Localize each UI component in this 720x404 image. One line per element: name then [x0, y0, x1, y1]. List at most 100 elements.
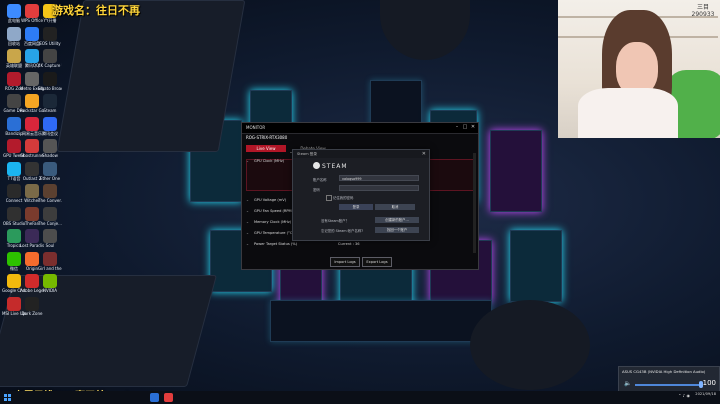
desktop-icon[interactable]: Soul — [39, 229, 61, 248]
desktop-icon-label: 4K Capture Utility — [38, 63, 62, 68]
login-button[interactable]: 登录 — [339, 204, 373, 210]
app-icon — [43, 206, 57, 221]
account-input[interactable]: valoqsa999 — [339, 175, 419, 181]
account-label: 账户名称 — [313, 178, 327, 182]
app-icon — [7, 251, 21, 266]
desktop-icon[interactable]: Ether One — [39, 161, 61, 181]
app-icon — [7, 229, 21, 243]
import-logs-button[interactable]: Import Logs — [330, 257, 360, 267]
app-icon — [25, 4, 39, 18]
desktop-icon[interactable]: Shadow — [39, 139, 61, 158]
start-icon[interactable] — [4, 394, 11, 401]
desktop-icon[interactable]: EOS Utility — [39, 26, 61, 46]
app-icon — [43, 26, 57, 41]
app-icon — [7, 274, 21, 288]
desktop-icon[interactable]: Dark Zone — [21, 296, 43, 316]
app-icon — [43, 116, 57, 131]
desktop-icon[interactable]: Elgato Broadcaster — [38, 71, 62, 91]
desktop-icon-label: Dark Zone — [21, 310, 43, 316]
password-input[interactable] — [339, 185, 419, 191]
desktop-icon-grid: 此电脑 WPS Office YY开播 回收站 百度网盘 EOS Utility 英雄联盟腾… — [0, 0, 70, 390]
desktop-icon-label: Girl and the Red Forest — [38, 265, 62, 271]
game-title-overlay: 游戏名：往日不再 — [52, 4, 140, 17]
app-icon — [25, 184, 39, 198]
steam-logo-icon — [313, 162, 320, 169]
app-icon — [7, 296, 21, 311]
rog-card-title: ROG-STRIX-RTX3080 — [246, 135, 288, 140]
taskbar-app-icon[interactable] — [150, 393, 159, 402]
remember-label: 记住我的密码 — [333, 196, 354, 200]
mouse-shape — [470, 300, 590, 390]
keyboard-top — [56, 0, 246, 152]
app-icon — [43, 229, 57, 243]
volume-flyout[interactable]: ASUS CG43B (NVIDIA High Definition Audio… — [618, 366, 720, 392]
app-icon — [7, 49, 21, 63]
remember-checkbox[interactable] — [326, 195, 332, 201]
steam-login-dialog[interactable]: Steam 登录 ✕ STEAM 账户名称 valoqsa999 密码 记住我的… — [292, 149, 430, 241]
app-icon — [25, 116, 39, 131]
desktop-icon-label: 腾讯会议 — [42, 130, 58, 136]
desktop-icon[interactable]: NVIDIA — [39, 274, 61, 293]
steam-close-icon[interactable]: ✕ — [422, 151, 426, 157]
app-icon — [7, 116, 21, 131]
app-icon — [25, 161, 39, 176]
retrieve-account-button[interactable]: 找回一个账户 — [375, 227, 419, 233]
app-icon — [43, 71, 57, 86]
desktop-icon[interactable]: 腾讯会议 — [39, 116, 61, 136]
taskbar-clock[interactable]: 2021/09/18 — [695, 392, 716, 397]
steam-dialog-title: Steam 登录 — [293, 150, 429, 158]
app-icon — [43, 274, 57, 288]
volume-slider-track[interactable] — [635, 384, 701, 386]
close-icon[interactable]: ✕ — [470, 124, 476, 130]
app-icon — [7, 71, 21, 86]
app-icon — [25, 251, 39, 266]
desktop-icon[interactable]: Girl and the Red Forest — [38, 251, 62, 271]
rog-scrollbar[interactable] — [473, 153, 476, 253]
app-icon — [25, 206, 39, 221]
maximize-icon[interactable]: □ — [462, 124, 468, 130]
desktop-icon[interactable]: 4K Capture Utility — [38, 49, 62, 68]
system-tray[interactable]: ⌃ ♪ ◉ — [678, 393, 690, 398]
speaker-icon[interactable]: 🔈 — [624, 380, 631, 387]
create-account-button[interactable]: 创建新的账户... — [375, 217, 419, 223]
app-icon — [7, 94, 21, 108]
app-icon — [7, 161, 21, 176]
desktop-icon[interactable]: Steam — [39, 94, 61, 113]
app-icon — [43, 251, 57, 266]
volume-value: 100 — [702, 379, 716, 387]
rog-window-header: MONITOR — [242, 123, 478, 134]
app-icon — [43, 94, 57, 108]
app-icon — [25, 26, 39, 41]
desktop-icon-label: Elgato Broadcaster — [38, 85, 62, 91]
webcam-overlay: 三目 290933 — [558, 0, 720, 138]
cancel-button[interactable]: 取消 — [375, 204, 415, 210]
taskbar-app-icon[interactable] — [164, 393, 173, 402]
app-icon — [43, 184, 57, 198]
streamer-body — [578, 88, 678, 138]
export-logs-button[interactable]: Export Logs — [362, 257, 392, 267]
desktop-icon[interactable]: The Conver... — [38, 184, 62, 203]
desktop-icon-label: Steam — [43, 108, 57, 113]
app-icon — [25, 139, 39, 153]
app-icon — [43, 161, 57, 176]
controller-shape — [380, 0, 470, 60]
desktop-icon[interactable]: The Conje... — [38, 206, 62, 226]
tab-live-view[interactable]: Live View — [246, 145, 286, 152]
desktop-icon-label: EOS Utility — [39, 40, 61, 46]
app-icon — [25, 229, 39, 243]
audio-device-name[interactable]: ASUS CG43B (NVIDIA High Definition Audio… — [622, 369, 705, 374]
app-icon — [7, 26, 21, 41]
desktop-icon-label: Shadow — [42, 153, 58, 158]
desktop-icon-label: Soul — [45, 243, 55, 248]
webcam-brand: 三目 290933 — [691, 4, 715, 18]
desktop-icon-label: YY开播 — [43, 18, 57, 23]
minimize-icon[interactable]: – — [454, 124, 460, 130]
app-icon — [7, 206, 21, 221]
forgot-label: 忘记您的 Steam 帐户名称? — [321, 229, 364, 233]
app-icon — [25, 71, 39, 86]
password-label: 密码 — [313, 188, 320, 192]
taskbar: ⌃ ♪ ◉ 2021/09/18 — [0, 391, 720, 404]
app-icon — [7, 139, 21, 153]
steam-logo: STEAM — [313, 162, 348, 170]
app-icon — [25, 94, 39, 108]
